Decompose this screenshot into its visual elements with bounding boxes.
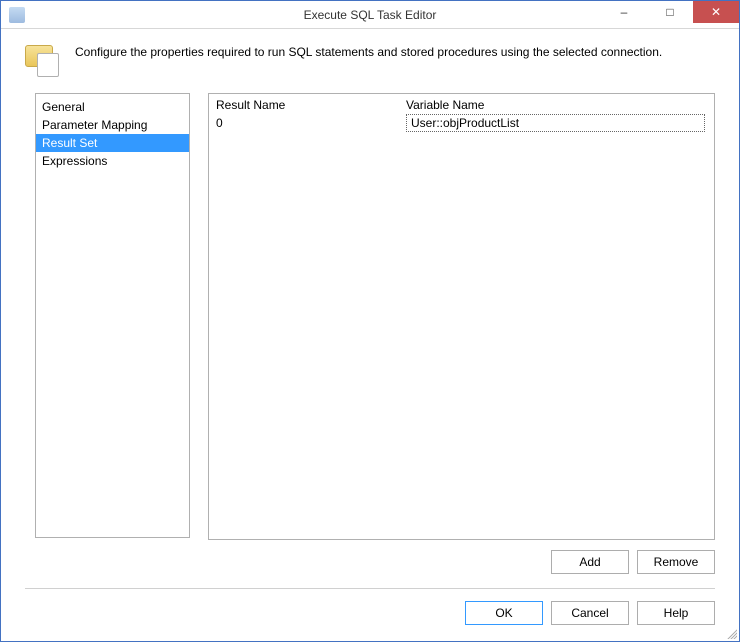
body-area: General Parameter Mapping Result Set Exp… bbox=[1, 89, 739, 574]
right-pane: Result Name Variable Name 0 User::objPro… bbox=[208, 93, 715, 574]
header-area: Configure the properties required to run… bbox=[1, 29, 739, 89]
nav-item-general[interactable]: General bbox=[36, 98, 189, 116]
cancel-button[interactable]: Cancel bbox=[551, 601, 629, 625]
titlebar[interactable]: Execute SQL Task Editor – □ ✕ bbox=[1, 1, 739, 29]
cell-result-name[interactable]: 0 bbox=[216, 116, 406, 130]
minimize-button[interactable]: – bbox=[601, 1, 647, 23]
nav-item-expressions[interactable]: Expressions bbox=[36, 152, 189, 170]
close-button[interactable]: ✕ bbox=[693, 1, 739, 23]
col-header-variable-name[interactable]: Variable Name bbox=[406, 98, 707, 112]
result-grid: Result Name Variable Name 0 User::objPro… bbox=[208, 93, 715, 540]
grid-buttons: Add Remove bbox=[208, 540, 715, 574]
content-area: Configure the properties required to run… bbox=[1, 29, 739, 641]
app-icon bbox=[9, 7, 25, 23]
add-button[interactable]: Add bbox=[551, 550, 629, 574]
task-icon bbox=[25, 43, 61, 79]
resize-grip-icon[interactable] bbox=[725, 627, 737, 639]
remove-button[interactable]: Remove bbox=[637, 550, 715, 574]
ok-button[interactable]: OK bbox=[465, 601, 543, 625]
nav-item-parameter-mapping[interactable]: Parameter Mapping bbox=[36, 116, 189, 134]
window-controls: – □ ✕ bbox=[601, 1, 739, 23]
dialog-window: Execute SQL Task Editor – □ ✕ Configure … bbox=[0, 0, 740, 642]
grid-row[interactable]: 0 User::objProductList bbox=[212, 113, 711, 133]
grid-header: Result Name Variable Name bbox=[212, 97, 711, 113]
maximize-button[interactable]: □ bbox=[647, 1, 693, 23]
nav-item-result-set[interactable]: Result Set bbox=[36, 134, 189, 152]
cell-variable-name[interactable]: User::objProductList bbox=[406, 114, 705, 132]
help-button[interactable]: Help bbox=[637, 601, 715, 625]
nav-panel: General Parameter Mapping Result Set Exp… bbox=[35, 93, 190, 538]
col-header-result-name[interactable]: Result Name bbox=[216, 98, 406, 112]
footer-buttons: OK Cancel Help bbox=[1, 589, 739, 641]
header-description: Configure the properties required to run… bbox=[75, 43, 662, 59]
